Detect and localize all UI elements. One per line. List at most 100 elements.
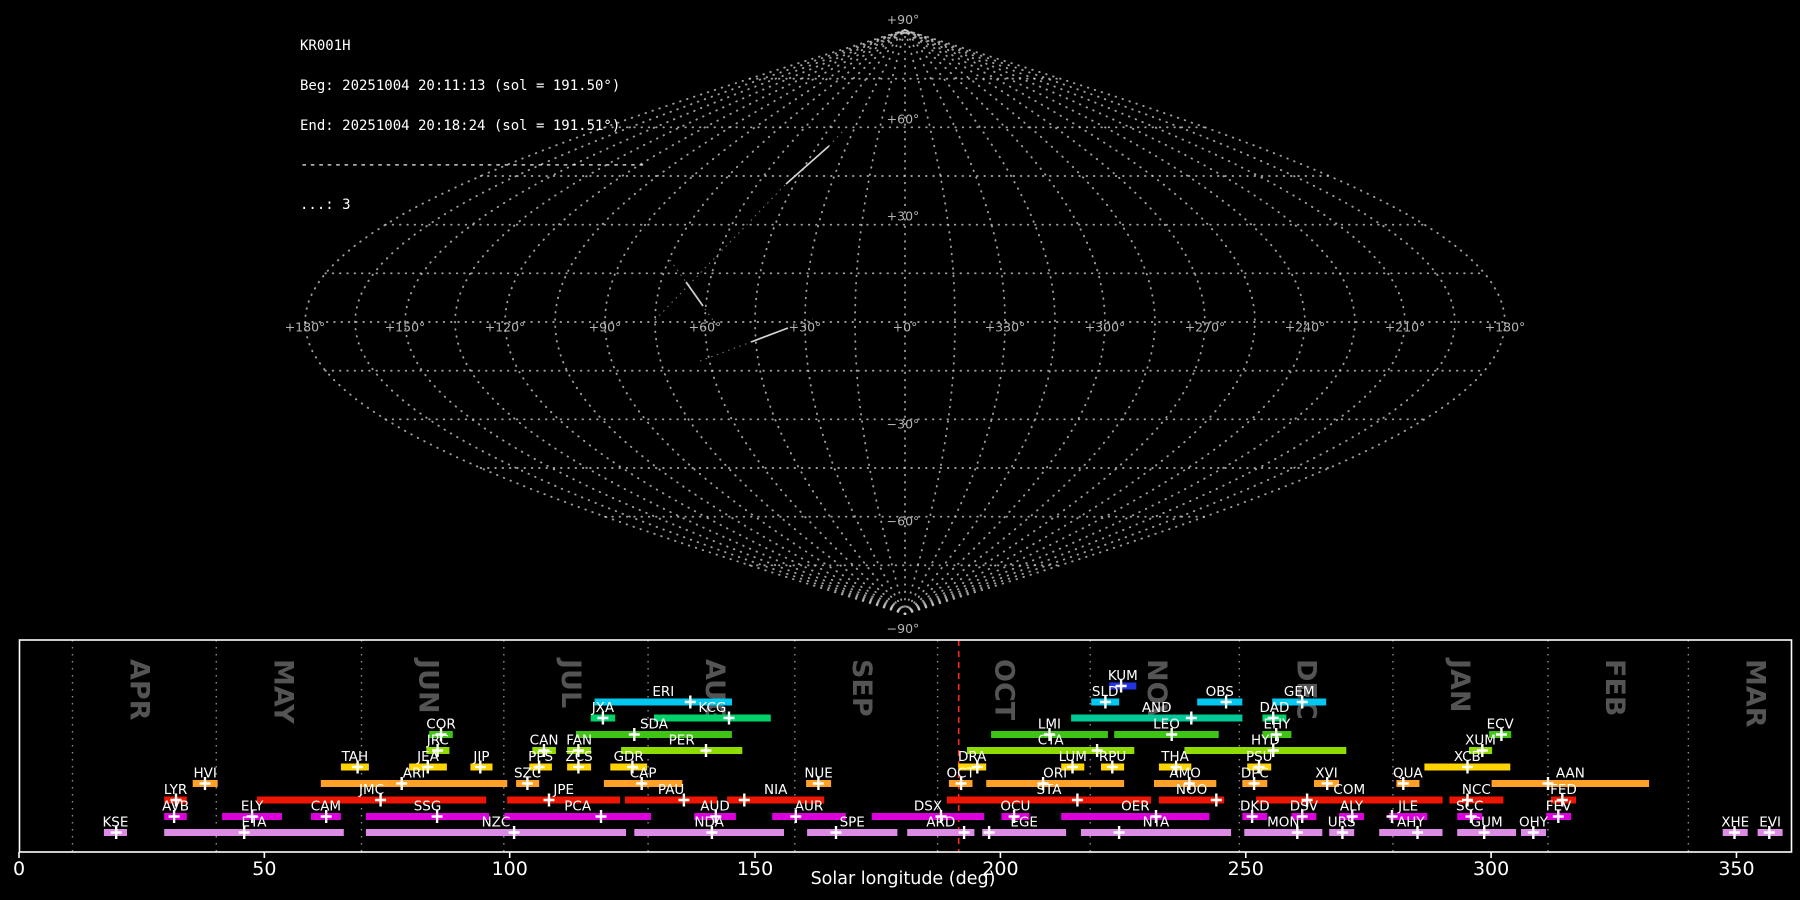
shower-KSE: KSE bbox=[102, 815, 128, 839]
shower-code-label: DRA bbox=[958, 749, 987, 765]
shower-code-label: LYR bbox=[164, 782, 187, 798]
shower-code-label: GEM bbox=[1284, 684, 1315, 700]
shower-code-label: AVB bbox=[162, 799, 189, 815]
shower-code-label: JMC bbox=[358, 782, 384, 798]
longitude-label: +330° bbox=[985, 320, 1026, 335]
shower-code-label: JEA bbox=[416, 749, 440, 765]
shower-code-label: OCT bbox=[946, 766, 975, 782]
shower-code-label: SCC bbox=[1456, 799, 1483, 815]
shower-code-label: ARI bbox=[403, 766, 426, 782]
activity-chart: APR MAY JUN JUL AUG SEP OCT NOV DEC JAN FEB MARKUME… bbox=[13, 639, 1793, 889]
shower-code-label: RPU bbox=[1099, 749, 1126, 765]
shower-code-label: OHY bbox=[1519, 815, 1549, 831]
month-label-MAY: MAY bbox=[267, 659, 298, 724]
shower-code-label: JLE bbox=[1397, 799, 1418, 815]
header-divider: ----------------------------------------… bbox=[300, 157, 646, 174]
shower-code-label: DKD bbox=[1240, 799, 1270, 815]
shower-code-label: SDA bbox=[640, 717, 669, 733]
peak-marker bbox=[595, 810, 607, 823]
shower-code-label: THA bbox=[1160, 749, 1189, 765]
shower-code-label: GUM bbox=[1471, 815, 1503, 831]
shower-EVI: EVI bbox=[1757, 815, 1783, 839]
shower-code-label: DAD bbox=[1260, 700, 1290, 716]
shower-code-label: LMI bbox=[1038, 717, 1061, 733]
month-label-JUL: JUL bbox=[555, 657, 586, 708]
shower-HVI: HVI bbox=[192, 766, 218, 790]
latitude-label: +30° bbox=[887, 209, 920, 224]
shower-OCT: OCT bbox=[946, 766, 976, 790]
shower-code-label: XHE bbox=[1721, 815, 1749, 831]
shower-code-label: AHY bbox=[1397, 815, 1425, 831]
shower-CAM: CAM bbox=[311, 799, 341, 823]
shower-code-label: ZCS bbox=[566, 749, 593, 765]
shower-code-label: AND bbox=[1142, 700, 1172, 716]
shower-DPC: DPC bbox=[1241, 766, 1269, 790]
shower-AHY: AHY bbox=[1379, 815, 1443, 839]
shower-code-label: CAN bbox=[530, 733, 559, 749]
shower-code-label: JRC bbox=[426, 733, 449, 749]
begin-time: Beg: 20251004 20:11:13 (sol = 191.50°) bbox=[300, 78, 621, 95]
x-tick-label: 350 bbox=[1718, 858, 1754, 880]
shower-code-label: SSG bbox=[414, 799, 442, 815]
x-tick-label: 150 bbox=[737, 858, 773, 880]
month-label-SEP: SEP bbox=[846, 659, 877, 717]
shower-TAH: TAH bbox=[341, 749, 369, 774]
shower-code-label: PER bbox=[669, 733, 695, 749]
shower-code-label: LEO bbox=[1153, 717, 1180, 733]
shower-code-label: FAN bbox=[566, 733, 592, 749]
shower-XHE: XHE bbox=[1721, 815, 1749, 839]
shower-code-label: COM bbox=[1333, 782, 1365, 798]
shower-code-label: HYD bbox=[1251, 733, 1280, 749]
month-label-APR: APR bbox=[123, 659, 154, 721]
shower-code-label: DSV bbox=[1290, 799, 1319, 815]
trail-echo bbox=[785, 145, 830, 185]
shower-code-label: AMO bbox=[1169, 766, 1201, 782]
shower-code-label: CAP bbox=[630, 766, 657, 782]
month-label-FEB: FEB bbox=[1599, 659, 1630, 716]
shower-code-label: URS bbox=[1328, 815, 1356, 831]
peak-marker bbox=[1386, 810, 1398, 823]
meteor-trail-2 bbox=[669, 259, 718, 327]
x-tick-label: 300 bbox=[1473, 858, 1509, 880]
x-tick-label: 0 bbox=[13, 858, 25, 880]
shower-code-label: ARD bbox=[926, 815, 955, 831]
shower-AVB: AVB bbox=[162, 799, 189, 823]
shower-code-label: XCB bbox=[1454, 749, 1481, 765]
station-id: KR001H bbox=[300, 38, 351, 55]
shower-SLD: SLD bbox=[1091, 684, 1120, 709]
shower-JIP: JIP bbox=[470, 749, 493, 774]
x-tick-label: 250 bbox=[1228, 858, 1264, 880]
x-axis-title: Solar longitude (deg) bbox=[811, 869, 996, 889]
shower-code-label: EGE bbox=[1010, 815, 1038, 831]
shower-code-label: NDA bbox=[694, 815, 724, 831]
shower-code-label: KSE bbox=[102, 815, 128, 831]
shower-code-label: FED bbox=[1550, 782, 1577, 798]
shower-code-label: DPC bbox=[1241, 766, 1269, 782]
shower-code-label: KCG bbox=[698, 700, 726, 716]
shower-code-label: CAM bbox=[311, 799, 341, 815]
peak-marker bbox=[1185, 711, 1197, 725]
shower-QUA: QUA bbox=[1393, 766, 1424, 790]
trail-echo bbox=[750, 327, 789, 343]
shower-code-label: COR bbox=[426, 717, 455, 733]
peak-marker bbox=[1113, 826, 1125, 839]
month-label-MAR: MAR bbox=[1739, 659, 1770, 728]
shower-code-label: FEV bbox=[1546, 799, 1572, 815]
shower-code-label: NIA bbox=[764, 782, 788, 798]
end-time: End: 20251004 20:18:24 (sol = 191.51°) bbox=[300, 117, 621, 134]
month-label-JAN: JAN bbox=[1444, 657, 1475, 713]
shower-code-label: PPS bbox=[528, 749, 553, 765]
meridian-line bbox=[904, 29, 1406, 615]
shower-code-label: SZC bbox=[514, 766, 541, 782]
latitude-label: −60° bbox=[887, 514, 920, 529]
longitude-label: +60° bbox=[689, 320, 722, 335]
shower-code-label: OER bbox=[1121, 799, 1150, 815]
shower-code-label: ALY bbox=[1340, 799, 1364, 815]
shower-code-label: ETA bbox=[242, 815, 268, 831]
month-label-JUN: JUN bbox=[413, 657, 444, 714]
meteor-count: ...: 3 bbox=[300, 196, 351, 213]
shower-code-label: JIP bbox=[472, 749, 489, 765]
longitude-label: +210° bbox=[1385, 320, 1426, 335]
shower-code-label: EHY bbox=[1263, 717, 1291, 733]
shower-code-label: AAN bbox=[1556, 766, 1585, 782]
